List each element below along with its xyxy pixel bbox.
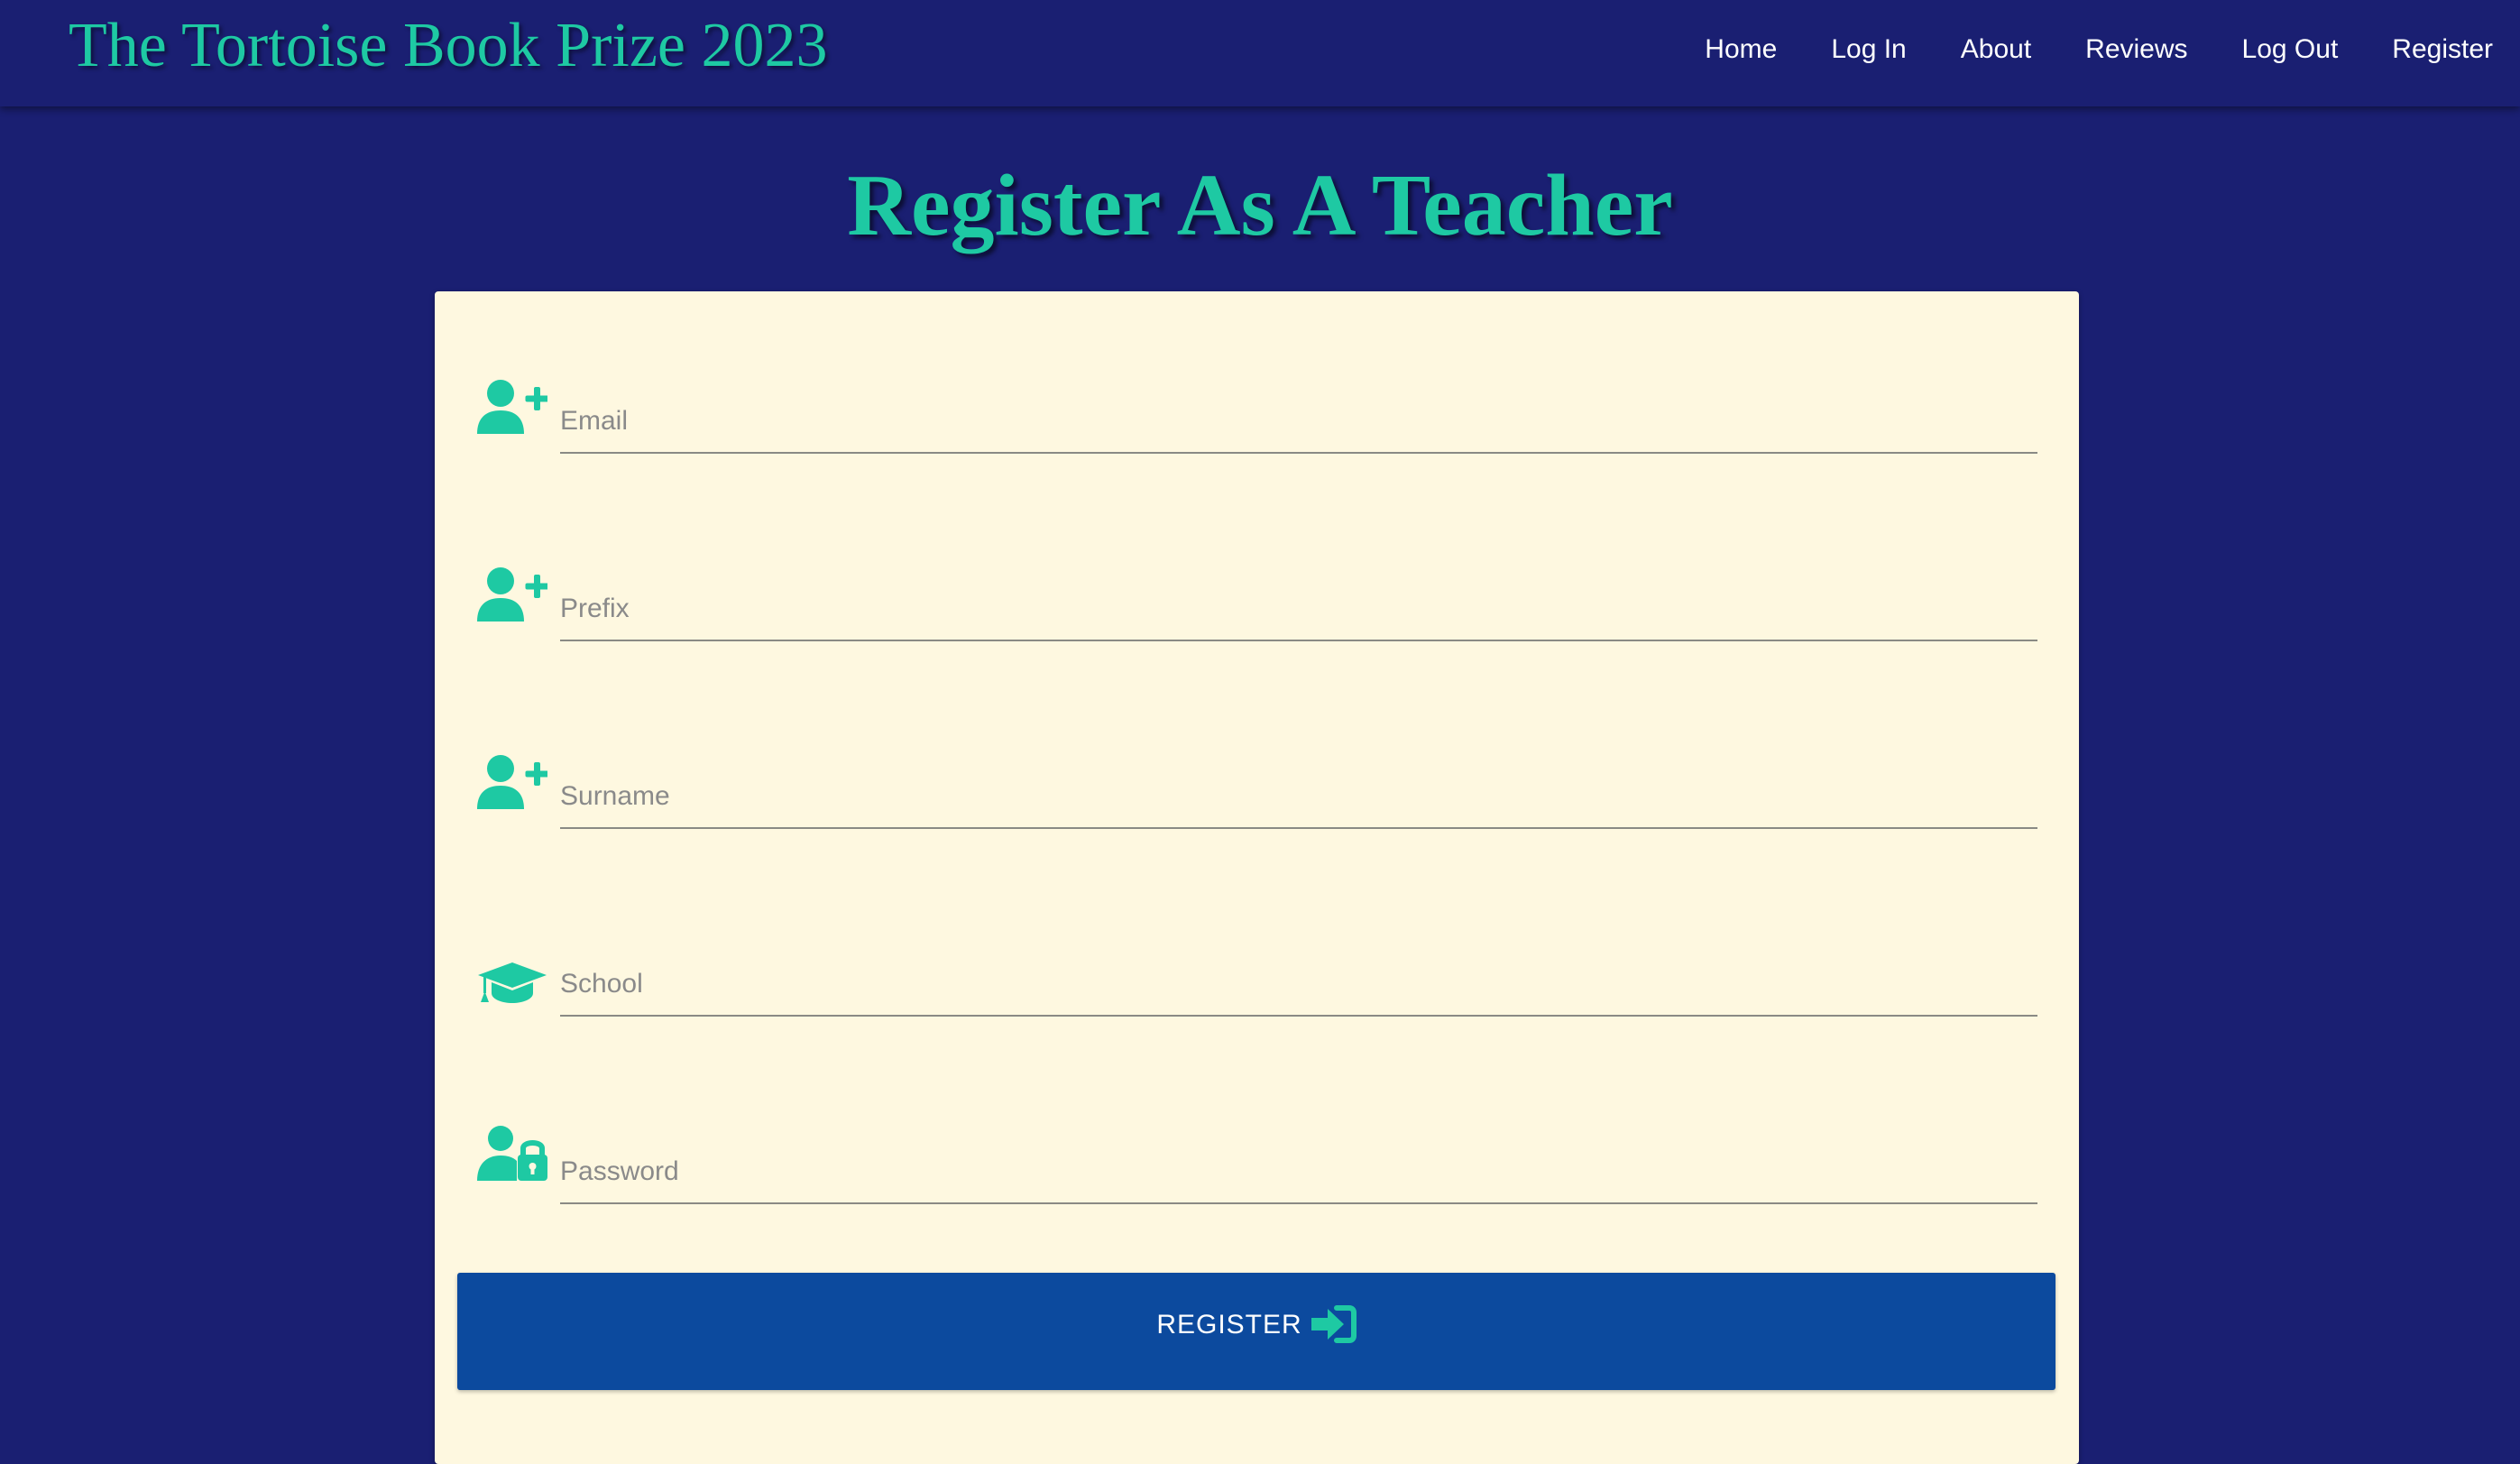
sign-in-icon bbox=[1311, 1304, 1357, 1346]
nav-login-link[interactable]: Log In bbox=[1831, 34, 1906, 65]
password-field[interactable] bbox=[560, 1141, 2037, 1204]
email-field[interactable] bbox=[560, 391, 2037, 454]
page-title: Register As A Teacher bbox=[847, 157, 1673, 254]
nav-reviews-link[interactable]: Reviews bbox=[2085, 34, 2187, 65]
register-button-label: REGISTER bbox=[1156, 1310, 1302, 1340]
user-plus-icon bbox=[477, 753, 547, 815]
user-plus-icon bbox=[477, 378, 547, 439]
nav-links: Home Log In About Reviews Log Out Regist… bbox=[1651, 0, 2493, 99]
email-field-row bbox=[477, 367, 2037, 466]
school-field-row bbox=[477, 930, 2037, 1029]
school-field[interactable] bbox=[560, 953, 2037, 1017]
nav-home-link[interactable]: Home bbox=[1705, 34, 1777, 65]
prefix-field[interactable] bbox=[560, 578, 2037, 641]
register-button-content: REGISTER bbox=[457, 1298, 2056, 1352]
nav-about-link[interactable]: About bbox=[1961, 34, 2031, 65]
user-plus-icon bbox=[477, 566, 547, 627]
top-navbar: The Tortoise Book Prize 2023 Home Log In… bbox=[0, 0, 2520, 106]
brand-title[interactable]: The Tortoise Book Prize 2023 bbox=[69, 7, 827, 85]
password-field-row bbox=[477, 1118, 2037, 1217]
registration-form-card: REGISTER bbox=[435, 291, 2079, 1464]
graduation-cap-icon bbox=[477, 961, 547, 1022]
nav-logout-link[interactable]: Log Out bbox=[2242, 34, 2339, 65]
user-lock-icon bbox=[477, 1125, 547, 1186]
surname-field[interactable] bbox=[560, 766, 2037, 829]
surname-field-row bbox=[477, 742, 2037, 842]
nav-register-link[interactable]: Register bbox=[2392, 34, 2493, 65]
prefix-field-row bbox=[477, 555, 2037, 654]
register-button[interactable]: REGISTER bbox=[457, 1273, 2056, 1390]
